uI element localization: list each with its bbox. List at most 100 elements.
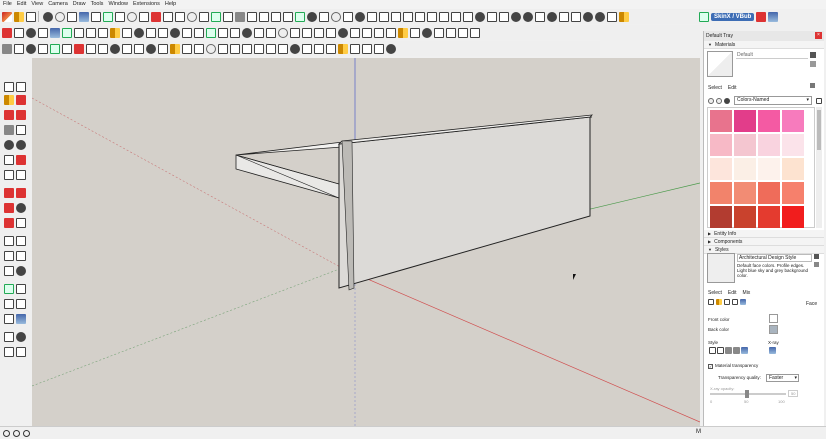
align-icon[interactable] xyxy=(86,43,96,54)
color-swatch[interactable] xyxy=(734,182,756,204)
tab-edit[interactable]: Edit xyxy=(728,85,737,91)
color-swatch[interactable] xyxy=(782,206,804,228)
scale-icon[interactable] xyxy=(4,218,14,228)
pan-tool-icon[interactable] xyxy=(16,284,26,294)
orbit-icon[interactable] xyxy=(55,11,65,22)
color-swatch[interactable] xyxy=(710,134,732,156)
zoom-extents-icon[interactable] xyxy=(91,11,101,22)
hidden-line-style-icon[interactable] xyxy=(717,347,724,354)
delete-icon[interactable] xyxy=(194,43,204,54)
axes-icon[interactable] xyxy=(4,266,14,276)
display-secondary-icon[interactable] xyxy=(810,52,816,58)
look-around-tool-icon[interactable] xyxy=(16,332,26,342)
split-icon[interactable] xyxy=(194,27,204,38)
window-icon[interactable] xyxy=(242,43,252,54)
canvas-icon[interactable] xyxy=(374,43,384,54)
arc-tool-icon[interactable] xyxy=(115,11,125,22)
menu-camera[interactable]: Camera xyxy=(48,0,68,9)
home-icon[interactable] xyxy=(724,97,730,104)
look-around-icon[interactable] xyxy=(331,11,341,22)
eraser-icon[interactable] xyxy=(26,11,36,22)
style-description[interactable]: Default face colors. Profile edges. Ligh… xyxy=(737,263,812,278)
move-tool-icon[interactable] xyxy=(175,11,185,22)
section-plane-tool-icon[interactable] xyxy=(16,347,26,357)
tape-measure-tool-icon[interactable] xyxy=(4,236,14,246)
geo-location-icon[interactable] xyxy=(3,429,10,437)
menu-view[interactable]: View xyxy=(31,0,43,9)
library-select[interactable]: Colors-Named xyxy=(734,96,812,105)
hidden-line-icon[interactable] xyxy=(571,11,581,22)
weld-icon[interactable] xyxy=(98,27,108,38)
material-transparency-checkbox[interactable]: ✓ xyxy=(708,364,713,369)
push-pull-icon[interactable] xyxy=(163,11,173,22)
texture-icon[interactable] xyxy=(410,27,420,38)
rotate-icon[interactable] xyxy=(4,203,14,213)
material-icon[interactable] xyxy=(398,27,408,38)
array-icon[interactable] xyxy=(74,43,84,54)
opacity-value-field[interactable]: 50 xyxy=(788,390,799,397)
paint-icon[interactable] xyxy=(26,27,36,38)
style-name-field[interactable]: Architectural Design Style xyxy=(737,254,812,262)
style-thumbnail[interactable] xyxy=(707,253,735,283)
scene-icon[interactable] xyxy=(14,43,24,54)
credits-icon[interactable] xyxy=(13,429,20,437)
polygon-tool-icon[interactable] xyxy=(139,11,149,22)
offset-icon[interactable] xyxy=(16,218,26,228)
monochrome-icon[interactable] xyxy=(607,11,617,22)
record-icon[interactable] xyxy=(756,11,767,22)
flowify-icon[interactable] xyxy=(386,27,396,38)
dimension-icon[interactable] xyxy=(247,11,257,22)
outer-shell-icon[interactable] xyxy=(146,27,156,38)
shaded-icon[interactable] xyxy=(583,11,593,22)
section-plane-icon[interactable] xyxy=(307,11,317,22)
menu-window[interactable]: Window xyxy=(108,0,128,9)
text-label-icon[interactable] xyxy=(362,43,372,54)
textured-style-icon[interactable] xyxy=(733,347,740,354)
outliner-icon[interactable] xyxy=(50,27,60,38)
shape-bender-icon[interactable] xyxy=(266,27,276,38)
section-cut-icon[interactable] xyxy=(26,43,36,54)
monochrome-style-icon[interactable] xyxy=(741,347,748,354)
iso-view-icon[interactable] xyxy=(355,11,365,22)
light-icon[interactable] xyxy=(338,43,348,54)
watermark-settings-icon[interactable] xyxy=(732,299,738,305)
select-tool-icon[interactable] xyxy=(2,11,12,22)
shaded-textures-icon[interactable] xyxy=(595,11,605,22)
pie-icon[interactable] xyxy=(16,170,26,180)
lasso-icon[interactable] xyxy=(16,82,26,92)
freehand-line-icon[interactable] xyxy=(16,110,26,120)
rotate-tool-icon[interactable] xyxy=(187,11,197,22)
top-view-icon[interactable] xyxy=(367,11,377,22)
menu-extensions[interactable]: Extensions xyxy=(133,0,160,9)
walk-tool-icon[interactable] xyxy=(319,11,329,22)
color-swatch[interactable] xyxy=(758,110,780,132)
back-view-icon[interactable] xyxy=(403,11,413,22)
three-point-arc-icon[interactable] xyxy=(4,170,14,180)
polygon-icon[interactable] xyxy=(16,140,26,150)
menu-draw[interactable]: Draw xyxy=(73,0,86,9)
pan-icon[interactable] xyxy=(67,11,77,22)
extrude-icon[interactable] xyxy=(254,27,264,38)
lock-icon[interactable] xyxy=(110,43,120,54)
component-icon[interactable] xyxy=(2,27,12,38)
materials-section-header[interactable]: ▼ Materials xyxy=(704,41,824,49)
import-icon[interactable] xyxy=(458,27,468,38)
paint-bucket-icon[interactable] xyxy=(43,11,53,22)
soften-icon[interactable] xyxy=(146,43,156,54)
camera-icon[interactable] xyxy=(2,43,12,54)
skydome-icon[interactable] xyxy=(290,43,300,54)
color-swatch[interactable] xyxy=(710,110,732,132)
protractor-tool-icon[interactable] xyxy=(4,251,14,261)
group-icon[interactable] xyxy=(14,27,24,38)
guides-icon[interactable] xyxy=(326,43,336,54)
zoom-icon[interactable] xyxy=(79,11,89,22)
model-info-icon[interactable] xyxy=(218,43,228,54)
rectangle-tool-icon[interactable] xyxy=(151,11,161,22)
instructor-icon[interactable] xyxy=(23,429,30,437)
cleanup-icon[interactable] xyxy=(314,27,324,38)
export-icon[interactable] xyxy=(446,27,456,38)
color-swatch[interactable] xyxy=(782,182,804,204)
solid-tools-icon[interactable] xyxy=(134,27,144,38)
transparency-quality-select[interactable]: Faster xyxy=(766,374,799,382)
extension-icon[interactable] xyxy=(699,11,709,22)
